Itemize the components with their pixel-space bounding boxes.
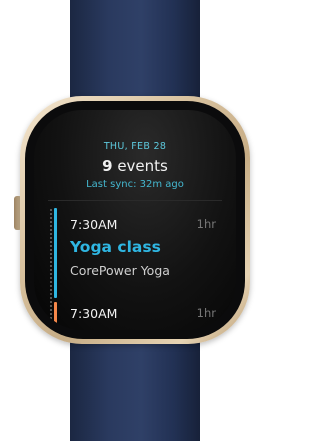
event-time: 7:30AM bbox=[70, 217, 118, 232]
smartwatch-device: THU, FEB 28 9 events Last sync: 32m ago … bbox=[0, 0, 270, 441]
event-color-bar bbox=[54, 208, 57, 298]
agenda-date: THU, FEB 28 bbox=[103, 141, 167, 152]
timeline-track bbox=[50, 208, 52, 328]
event-color-bar bbox=[54, 302, 57, 324]
last-sync-status: Last sync: 32m ago bbox=[86, 179, 184, 190]
event-time[interactable]: 7:30AM bbox=[70, 306, 117, 321]
event-duration: 1hr bbox=[196, 217, 216, 231]
event-duration: 1hr bbox=[196, 306, 216, 320]
event-count-number: 9 bbox=[102, 157, 113, 175]
event-count: 9 events bbox=[34, 157, 236, 175]
header-divider bbox=[48, 200, 222, 201]
event-location: CorePower Yoga bbox=[70, 263, 170, 278]
event-count-label: events bbox=[112, 157, 168, 175]
watch-screen: THU, FEB 28 9 events Last sync: 32m ago … bbox=[34, 110, 236, 330]
event-title[interactable]: Yoga class bbox=[70, 238, 161, 256]
